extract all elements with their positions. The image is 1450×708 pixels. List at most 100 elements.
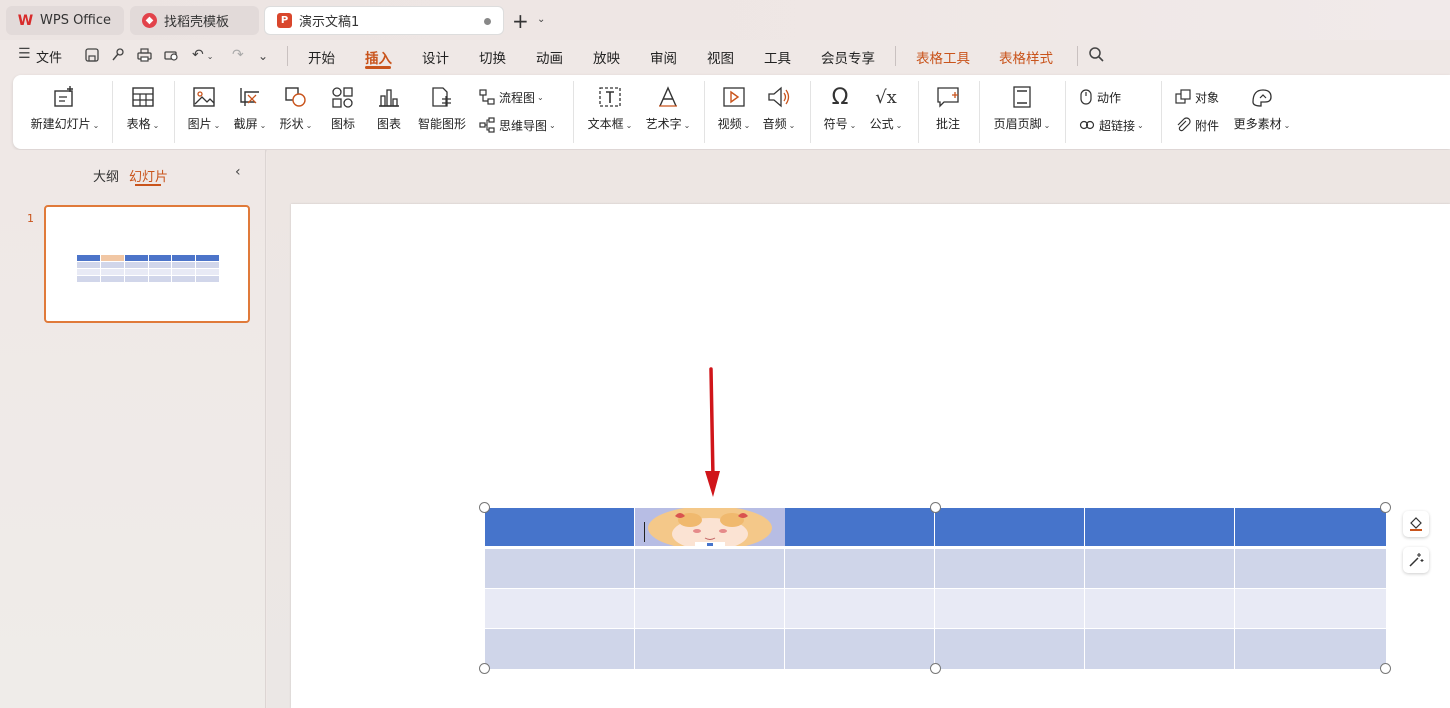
menu-start[interactable]: 开始: [308, 47, 335, 67]
chart-label: 图表: [376, 117, 401, 131]
materials-icon: [1249, 85, 1275, 109]
new-tab-plus-icon[interactable]: +: [512, 9, 529, 33]
textbox-button[interactable]: 文本框 ⌄: [583, 75, 637, 149]
print-preview-icon[interactable]: [163, 47, 180, 67]
smartart-label: 智能图形: [417, 117, 466, 131]
table-cell[interactable]: [485, 508, 635, 546]
wordart-button[interactable]: 艺术字 ⌄: [641, 75, 695, 149]
resize-handle[interactable]: [479, 663, 490, 674]
resize-handle[interactable]: [1380, 663, 1391, 674]
table-row[interactable]: [485, 549, 1386, 588]
header-footer-button[interactable]: 页眉页脚 ⌄: [989, 75, 1055, 149]
menu-file[interactable]: 文件: [36, 47, 62, 66]
link-icon: [1079, 120, 1095, 130]
table-cell[interactable]: [935, 549, 1085, 588]
menu-insert[interactable]: 插入: [365, 47, 392, 67]
menu-animation[interactable]: 动画: [536, 47, 563, 67]
flowchart-button[interactable]: 流程图 ⌄: [479, 87, 544, 107]
table-cell[interactable]: [1085, 508, 1235, 546]
table-cell[interactable]: [935, 589, 1085, 628]
table-cell[interactable]: [1235, 589, 1386, 628]
more-materials-button[interactable]: 更多素材 ⌄: [1231, 75, 1293, 149]
chart-button[interactable]: 图表: [369, 75, 409, 149]
menu-table-style[interactable]: 表格样式: [999, 47, 1053, 67]
fill-bucket-icon[interactable]: [1403, 511, 1429, 537]
table-cell[interactable]: [485, 589, 635, 628]
mindmap-button[interactable]: 思维导图 ⌄: [479, 115, 556, 135]
action-button[interactable]: 动作: [1079, 87, 1121, 107]
object-button[interactable]: 对象: [1175, 87, 1219, 107]
quick-access-more-icon[interactable]: ⌄: [258, 49, 268, 63]
hamburger-icon[interactable]: ☰: [18, 46, 31, 62]
menu-tools[interactable]: 工具: [764, 47, 791, 67]
hyperlink-button[interactable]: 超链接 ⌄: [1079, 115, 1144, 135]
attachment-label: 附件: [1195, 118, 1220, 133]
table-cell[interactable]: [1085, 629, 1235, 669]
tab-label: WPS Office: [40, 13, 112, 28]
resize-handle[interactable]: [479, 502, 490, 513]
table-cell[interactable]: [1085, 589, 1235, 628]
format-painter-icon[interactable]: [110, 47, 126, 67]
print-icon[interactable]: [136, 47, 153, 67]
tab-list-chevron-icon[interactable]: ⌄: [537, 14, 545, 25]
slide-table[interactable]: [485, 508, 1386, 669]
search-icon[interactable]: [1088, 46, 1105, 67]
table-cell[interactable]: [635, 589, 785, 628]
screenshot-button[interactable]: 截屏 ⌄: [229, 75, 271, 149]
save-icon[interactable]: [84, 47, 100, 67]
tab-outline[interactable]: 大纲: [93, 166, 119, 185]
table-cell[interactable]: [1235, 508, 1386, 546]
textbox-label: 文本框: [587, 117, 624, 131]
table-cell[interactable]: [935, 508, 1085, 546]
cell-background-picture[interactable]: [635, 508, 785, 546]
table-row[interactable]: [485, 589, 1386, 628]
menu-table-tools[interactable]: 表格工具: [916, 47, 970, 67]
resize-handle[interactable]: [1380, 502, 1391, 513]
icon-button[interactable]: 图标: [323, 75, 363, 149]
screenshot-label: 截屏: [233, 117, 258, 131]
smartart-button[interactable]: 智能图形: [415, 75, 469, 149]
formula-button[interactable]: √x 公式 ⌄: [865, 75, 907, 149]
table-cell[interactable]: [785, 549, 935, 588]
table-cell[interactable]: [485, 549, 635, 588]
menu-view[interactable]: 视图: [707, 47, 734, 67]
menu-member[interactable]: 会员专享: [821, 47, 875, 67]
resize-handle[interactable]: [930, 502, 941, 513]
magic-wand-icon[interactable]: [1403, 547, 1429, 573]
video-button[interactable]: 视频 ⌄: [713, 75, 755, 149]
new-slide-button[interactable]: 新建幻灯片 ⌄: [29, 75, 101, 149]
collapse-panel-icon[interactable]: ‹: [235, 164, 241, 180]
resize-handle[interactable]: [930, 663, 941, 674]
picture-button[interactable]: 图片 ⌄: [183, 75, 225, 149]
menu-design[interactable]: 设计: [422, 47, 449, 67]
table-cell[interactable]: [785, 589, 935, 628]
table-cell[interactable]: [1085, 549, 1235, 588]
comment-button[interactable]: 批注: [927, 75, 969, 149]
table-cell[interactable]: [785, 629, 935, 669]
table-cell[interactable]: [785, 508, 935, 546]
menu-review[interactable]: 审阅: [650, 47, 677, 67]
table-cell[interactable]: [485, 629, 635, 669]
table-cell[interactable]: [1235, 549, 1386, 588]
speaker-icon: [766, 85, 792, 109]
tab-wps-office[interactable]: W WPS Office: [6, 6, 124, 35]
redo-icon[interactable]: ↷: [232, 47, 244, 63]
menu-slideshow[interactable]: 放映: [593, 47, 620, 67]
tab-templates[interactable]: ◆ 找稻壳模板: [130, 6, 259, 35]
menu-transition[interactable]: 切换: [479, 47, 506, 67]
attachment-button[interactable]: 附件: [1175, 115, 1219, 135]
table-cell[interactable]: [635, 629, 785, 669]
tab-document[interactable]: P 演示文稿1: [264, 6, 504, 35]
shape-button[interactable]: 形状 ⌄: [275, 75, 317, 149]
table-button[interactable]: 表格 ⌄: [119, 75, 167, 149]
audio-button[interactable]: 音频 ⌄: [758, 75, 800, 149]
table-cell[interactable]: [935, 629, 1085, 669]
table-row[interactable]: [485, 508, 1386, 546]
slide-thumbnail[interactable]: [44, 205, 250, 323]
undo-icon[interactable]: ↶ ⌄: [192, 47, 213, 63]
table-cell[interactable]: [635, 549, 785, 588]
menu-separator: [895, 46, 896, 66]
table-cell[interactable]: [1235, 629, 1386, 669]
tab-slides[interactable]: 幻灯片: [129, 166, 168, 185]
symbol-button[interactable]: Ω 符号 ⌄: [819, 75, 861, 149]
